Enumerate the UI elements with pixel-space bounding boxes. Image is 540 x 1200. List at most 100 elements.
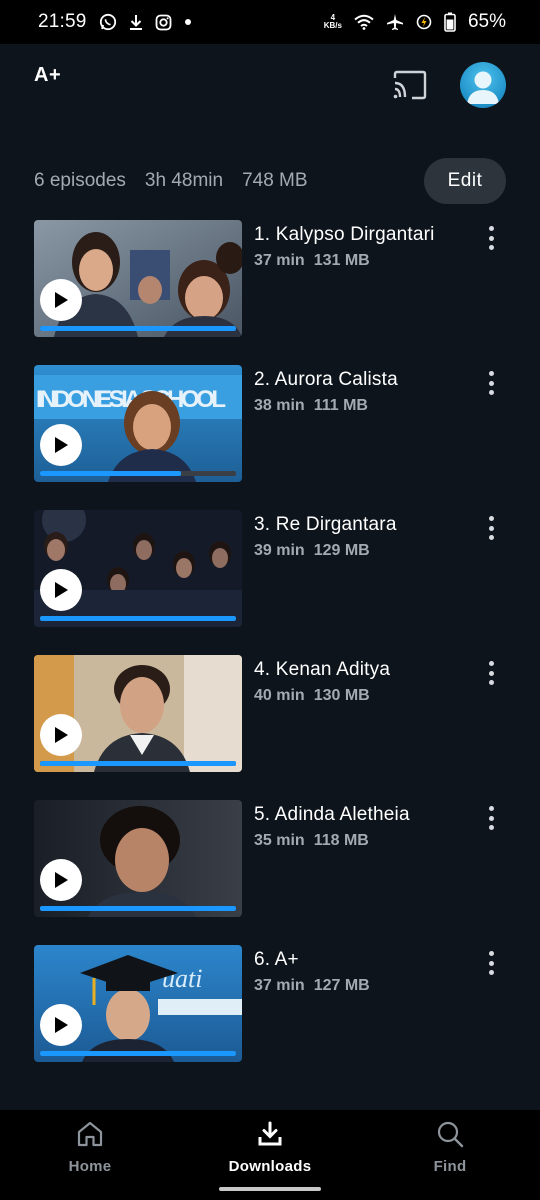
- status-time: 21:59: [38, 11, 87, 32]
- episode-thumbnail[interactable]: [34, 510, 242, 627]
- download-progress-track: [40, 471, 236, 476]
- whatsapp-icon: [99, 13, 117, 31]
- episode-row[interactable]: 4. Kenan Aditya 40 min 130 MB: [0, 655, 540, 800]
- episode-duration: 37 min: [254, 252, 305, 269]
- play-button[interactable]: [40, 859, 82, 901]
- episode-row[interactable]: uati 6. A+ 37 min 127 MB: [0, 945, 540, 1090]
- more-options-icon[interactable]: [480, 516, 502, 540]
- episode-meta: 35 min 118 MB: [254, 832, 369, 850]
- instagram-icon: [155, 14, 172, 31]
- airplane-icon: [386, 13, 404, 31]
- download-progress-fill: [40, 906, 236, 911]
- download-progress-track: [40, 616, 236, 621]
- download-progress-fill: [40, 761, 236, 766]
- play-icon: [55, 1017, 68, 1033]
- nav-label-home: Home: [68, 1158, 112, 1175]
- episode-duration: 37 min: [254, 977, 305, 994]
- nav-home[interactable]: Home: [30, 1116, 150, 1182]
- episode-size: 129 MB: [313, 542, 370, 559]
- edit-button[interactable]: Edit: [424, 158, 506, 204]
- play-button[interactable]: [40, 279, 82, 321]
- episode-thumbnail[interactable]: uati: [34, 945, 242, 1062]
- more-options-icon[interactable]: [480, 951, 502, 975]
- status-bar-left: 21:59: [38, 11, 192, 33]
- search-icon: [432, 1116, 468, 1152]
- download-icon: [129, 13, 143, 31]
- episode-title[interactable]: 2. Aurora Calista: [254, 369, 398, 391]
- home-icon: [72, 1116, 108, 1152]
- episode-meta: 40 min 130 MB: [254, 687, 370, 705]
- play-button[interactable]: [40, 1004, 82, 1046]
- more-options-icon[interactable]: [480, 806, 502, 830]
- network-speed-unit: KB/s: [323, 21, 342, 30]
- episode-row[interactable]: 5. Adinda Aletheia 35 min 118 MB: [0, 800, 540, 945]
- download-progress-track: [40, 906, 236, 911]
- app-header: A+: [0, 44, 540, 134]
- episode-duration: 35 min: [254, 832, 305, 849]
- episode-list: 1. Kalypso Dirgantari 37 min 131 MB INDO…: [0, 220, 540, 1090]
- battery-icon: [444, 12, 456, 32]
- wifi-icon: [354, 14, 374, 30]
- episode-duration: 38 min: [254, 397, 305, 414]
- episode-row[interactable]: INDONESIA SCHOOL 2. Aurora Calista 38 mi…: [0, 365, 540, 510]
- episode-thumbnail[interactable]: [34, 800, 242, 917]
- episode-meta: 37 min 131 MB: [254, 252, 370, 270]
- total-duration: 3h 48min: [144, 170, 224, 191]
- download-progress-fill: [40, 326, 236, 331]
- show-title: A+: [34, 64, 62, 86]
- episode-row[interactable]: 1. Kalypso Dirgantari 37 min 131 MB: [0, 220, 540, 365]
- more-options-icon[interactable]: [480, 371, 502, 395]
- download-progress-track: [40, 326, 236, 331]
- status-bar: 21:59 4 KB/s 65%: [0, 0, 540, 44]
- episode-duration: 40 min: [254, 687, 305, 704]
- episode-meta: 37 min 127 MB: [254, 977, 370, 995]
- nav-find[interactable]: Find: [390, 1116, 510, 1182]
- episode-title[interactable]: 5. Adinda Aletheia: [254, 804, 410, 826]
- episode-duration: 39 min: [254, 542, 305, 559]
- episode-count: 6 episodes: [34, 170, 126, 191]
- total-size: 748 MB: [242, 170, 308, 191]
- episode-meta: 39 min 129 MB: [254, 542, 370, 560]
- status-bar-right: 4 KB/s 65%: [324, 11, 506, 33]
- battery-percent: 65%: [467, 11, 506, 32]
- episode-title[interactable]: 6. A+: [254, 949, 299, 971]
- download-progress-track: [40, 761, 236, 766]
- nav-label-find: Find: [433, 1158, 467, 1175]
- episode-row[interactable]: 3. Re Dirgantara 39 min 129 MB: [0, 510, 540, 655]
- play-button[interactable]: [40, 714, 82, 756]
- episode-title[interactable]: 4. Kenan Aditya: [254, 659, 390, 681]
- download-progress-track: [40, 1051, 236, 1056]
- play-button[interactable]: [40, 424, 82, 466]
- download-icon: [252, 1116, 288, 1152]
- power-saver-icon: [416, 14, 432, 30]
- play-icon: [55, 727, 68, 743]
- downloads-summary: 6 episodes 3h 48min 748 MB Edit: [34, 158, 506, 204]
- dot-icon: [184, 18, 192, 26]
- more-options-icon[interactable]: [480, 661, 502, 685]
- episode-thumbnail[interactable]: [34, 655, 242, 772]
- episode-size: 111 MB: [313, 397, 368, 414]
- home-indicator[interactable]: [219, 1187, 321, 1191]
- play-icon: [55, 582, 68, 598]
- episode-thumbnail[interactable]: INDONESIA SCHOOL: [34, 365, 242, 482]
- episode-title[interactable]: 3. Re Dirgantara: [254, 514, 397, 536]
- download-progress-fill: [40, 471, 182, 476]
- play-button[interactable]: [40, 569, 82, 611]
- play-icon: [55, 872, 68, 888]
- download-progress-fill: [40, 616, 236, 621]
- episode-size: 127 MB: [313, 977, 370, 994]
- network-speed: 4 KB/s: [324, 14, 342, 30]
- episode-thumbnail[interactable]: [34, 220, 242, 337]
- play-icon: [55, 292, 68, 308]
- play-icon: [55, 437, 68, 453]
- episode-size: 118 MB: [313, 832, 369, 849]
- nav-label-downloads: Downloads: [228, 1158, 312, 1175]
- summary-info: 6 episodes 3h 48min 748 MB: [34, 170, 308, 192]
- episode-size: 130 MB: [313, 687, 370, 704]
- more-options-icon[interactable]: [480, 226, 502, 250]
- cast-icon[interactable]: [392, 70, 428, 100]
- episode-title[interactable]: 1. Kalypso Dirgantari: [254, 224, 435, 246]
- nav-downloads[interactable]: Downloads: [210, 1116, 330, 1182]
- svg-text:uati: uati: [162, 964, 202, 993]
- avatar[interactable]: [460, 62, 506, 108]
